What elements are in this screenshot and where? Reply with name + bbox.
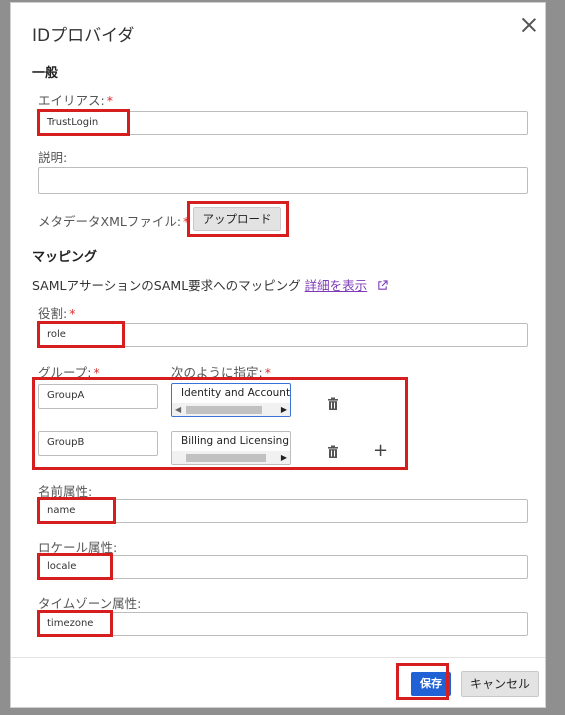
name-attribute-label: 名前属性: xyxy=(38,484,93,499)
metadata-file-label: メタデータXMLファイル: * xyxy=(38,214,190,229)
role-input[interactable]: role xyxy=(38,323,528,347)
role-label: 役割: * xyxy=(38,306,76,321)
footer-divider xyxy=(11,657,545,658)
trash-icon[interactable] xyxy=(327,397,339,411)
mapping-description: SAMLアサーションのSAML要求へのマッピング 詳細を表示 xyxy=(32,275,388,294)
horizontal-scrollbar[interactable]: ▶ xyxy=(172,451,290,464)
details-link[interactable]: 詳細を表示 xyxy=(305,278,368,293)
group-input-a[interactable]: GroupA xyxy=(38,384,158,409)
group-label: グループ: * xyxy=(38,365,100,380)
section-mapping-title: マッピング xyxy=(32,250,98,265)
description-label: 説明: xyxy=(38,150,68,165)
locale-attribute-input[interactable]: locale xyxy=(38,555,528,579)
add-group-icon[interactable]: + xyxy=(373,442,388,460)
policy-select-a[interactable]: Identity and Account ◀ ▶ xyxy=(171,383,291,417)
horizontal-scrollbar[interactable]: ◀ ▶ xyxy=(172,403,290,416)
alias-input[interactable]: TrustLogin xyxy=(38,111,528,135)
policy-option-a: Identity and Account xyxy=(181,387,291,399)
locale-attribute-label: ロケール属性: xyxy=(38,540,118,555)
section-general-title: 一般 xyxy=(32,66,59,81)
trash-icon[interactable] xyxy=(327,445,339,459)
scroll-right-icon[interactable]: ▶ xyxy=(281,453,287,462)
timezone-attribute-label: タイムゾーン属性: xyxy=(38,596,142,611)
close-icon[interactable] xyxy=(519,15,539,35)
identity-provider-dialog: IDプロバイダ 一般 エイリアス: * TrustLogin 説明: メタデータX… xyxy=(10,2,546,708)
scroll-right-icon[interactable]: ▶ xyxy=(281,405,287,414)
specify-label: 次のように指定: * xyxy=(171,365,271,380)
scrollbar-thumb[interactable] xyxy=(186,454,266,462)
scrollbar-thumb[interactable] xyxy=(186,406,262,414)
policy-select-b[interactable]: Billing and Licensing ▶ xyxy=(171,431,291,465)
group-input-b[interactable]: GroupB xyxy=(38,431,158,456)
timezone-attribute-input[interactable]: timezone xyxy=(38,612,528,636)
description-textarea[interactable] xyxy=(38,167,528,194)
cancel-button[interactable]: キャンセル xyxy=(461,671,539,697)
dialog-title: IDプロバイダ xyxy=(32,26,135,46)
external-link-icon[interactable] xyxy=(377,280,388,291)
scroll-left-icon[interactable]: ◀ xyxy=(175,405,181,414)
save-button[interactable]: 保存 xyxy=(411,672,451,696)
name-attribute-input[interactable]: name xyxy=(38,499,528,523)
policy-option-b: Billing and Licensing xyxy=(181,435,289,447)
alias-label: エイリアス: * xyxy=(38,93,113,108)
upload-button[interactable]: アップロード xyxy=(193,207,281,231)
